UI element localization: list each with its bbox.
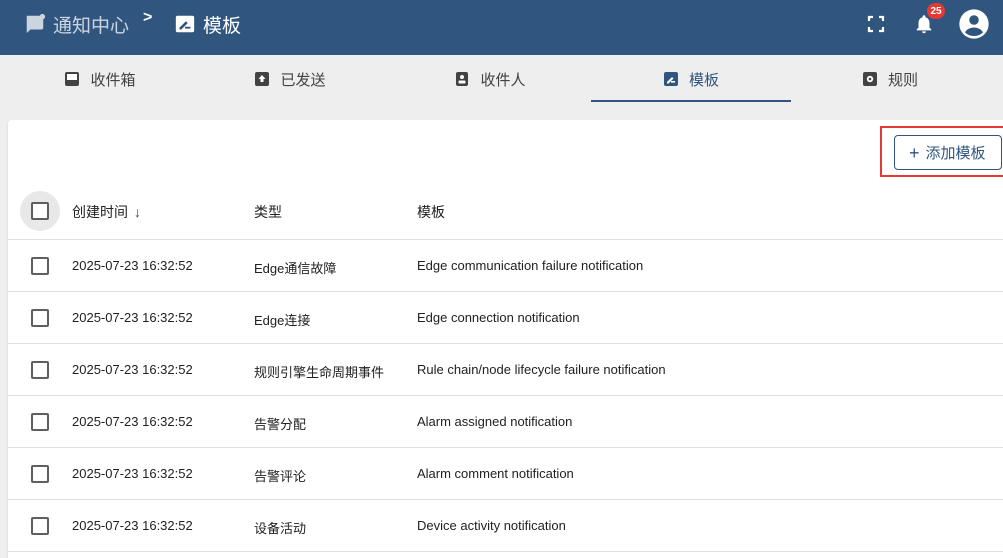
table-row[interactable]: 2025-07-23 16:32:52 告警分配 Alarm assigned …: [8, 396, 1003, 448]
row-checkbox[interactable]: [31, 465, 49, 483]
row-checkbox[interactable]: [31, 309, 49, 327]
template-icon: [175, 15, 195, 33]
table-row[interactable]: 2025-07-23 16:32:52 Edge连接 Edge connecti…: [8, 292, 1003, 344]
cell-template: Alarm comment notification: [417, 466, 574, 481]
sort-down-icon: ↓: [134, 204, 141, 220]
cell-template: Alarm assigned notification: [417, 414, 573, 429]
tab-inbox-label: 收件箱: [90, 71, 136, 89]
column-created-time-label: 创建时间: [72, 204, 128, 220]
tab-sent[interactable]: 已发送: [190, 55, 390, 103]
cell-template: Edge communication failure notification: [417, 258, 644, 273]
cell-created-time: 2025-07-23 16:32:52: [72, 258, 193, 273]
active-tab-indicator: [591, 100, 791, 102]
cell-created-time: 2025-07-23 16:32:52: [72, 466, 193, 481]
tab-recipients[interactable]: 收件人: [390, 55, 590, 103]
select-all-checkbox[interactable]: [31, 202, 49, 220]
cell-type: 告警评论: [254, 469, 307, 484]
table-header: 创建时间 ↓ 类型 模板: [8, 183, 1003, 240]
row-checkbox[interactable]: [31, 257, 49, 275]
breadcrumb-root-label: 通知中心: [53, 15, 130, 37]
highlight-box: [880, 126, 1003, 177]
tab-sent-label: 已发送: [280, 71, 326, 89]
cell-created-time: 2025-07-23 16:32:52: [72, 414, 193, 429]
cell-created-time: 2025-07-23 16:32:52: [72, 310, 193, 325]
cell-created-time: 2025-07-23 16:32:52: [72, 518, 193, 533]
cell-created-time: 2025-07-23 16:32:52: [72, 362, 193, 377]
table-row[interactable]: 2025-07-23 16:32:52 告警评论 Alarm comment n…: [8, 448, 1003, 500]
tab-templates[interactable]: 模板: [591, 55, 791, 103]
table-row[interactable]: 2025-07-23 16:32:52 Edge通信故障 Edge commun…: [8, 240, 1003, 292]
cell-template: Rule chain/node lifecycle failure notifi…: [417, 362, 666, 377]
breadcrumb-current-label: 模板: [203, 15, 242, 37]
fullscreen-icon: [867, 15, 885, 33]
breadcrumb-separator: >: [143, 9, 153, 26]
row-checkbox[interactable]: [31, 413, 49, 431]
inbox-icon: [65, 72, 80, 86]
column-type-label: 类型: [254, 204, 282, 220]
notification-center-icon: [26, 13, 46, 34]
column-template[interactable]: 模板: [417, 202, 445, 222]
user-avatar[interactable]: [957, 7, 990, 40]
tab-recipients-label: 收件人: [480, 71, 526, 89]
column-created-time[interactable]: 创建时间 ↓: [72, 202, 141, 222]
row-checkbox[interactable]: [31, 361, 49, 379]
rules-icon: [862, 72, 877, 86]
user-info-fragment: ​: [997, 5, 1003, 22]
breadcrumb-current: 模板: [174, 0, 241, 48]
table-row[interactable]: 2025-07-23 16:32:52 设备活动 Device activity…: [8, 500, 1003, 552]
cell-type: Edge连接: [254, 313, 311, 328]
template-icon: [663, 72, 678, 86]
sent-icon: [255, 72, 270, 86]
table-row[interactable]: 2025-07-23 16:32:52 规则引擎生命周期事件 Rule chai…: [8, 344, 1003, 396]
tab-templates-label: 模板: [688, 71, 719, 89]
column-template-label: 模板: [417, 204, 445, 220]
recipients-icon: [456, 72, 469, 86]
breadcrumb-root[interactable]: 通知中心: [24, 0, 129, 48]
cell-template: Device activity notification: [417, 518, 566, 533]
cell-type: Edge通信故障: [254, 261, 337, 276]
notification-badge: 25: [927, 3, 945, 19]
cell-type: 设备活动: [254, 521, 307, 536]
cell-type: 告警分配: [254, 417, 307, 432]
cell-template: Edge connection notification: [417, 310, 580, 325]
cell-type: 规则引擎生命周期事件: [254, 365, 385, 380]
tab-rules[interactable]: 规则: [790, 55, 990, 103]
row-checkbox[interactable]: [31, 517, 49, 535]
tab-rules-label: 规则: [887, 71, 918, 89]
column-type[interactable]: 类型: [254, 202, 282, 222]
tab-inbox[interactable]: 收件箱: [0, 55, 200, 103]
fullscreen-button[interactable]: [864, 12, 888, 36]
tab-bar: 收件箱 已发送 收件人 模板 规则: [0, 55, 1003, 103]
account-circle-icon: [958, 8, 989, 39]
top-bar: 通知中心 > 模板 25 ​: [0, 0, 1003, 55]
